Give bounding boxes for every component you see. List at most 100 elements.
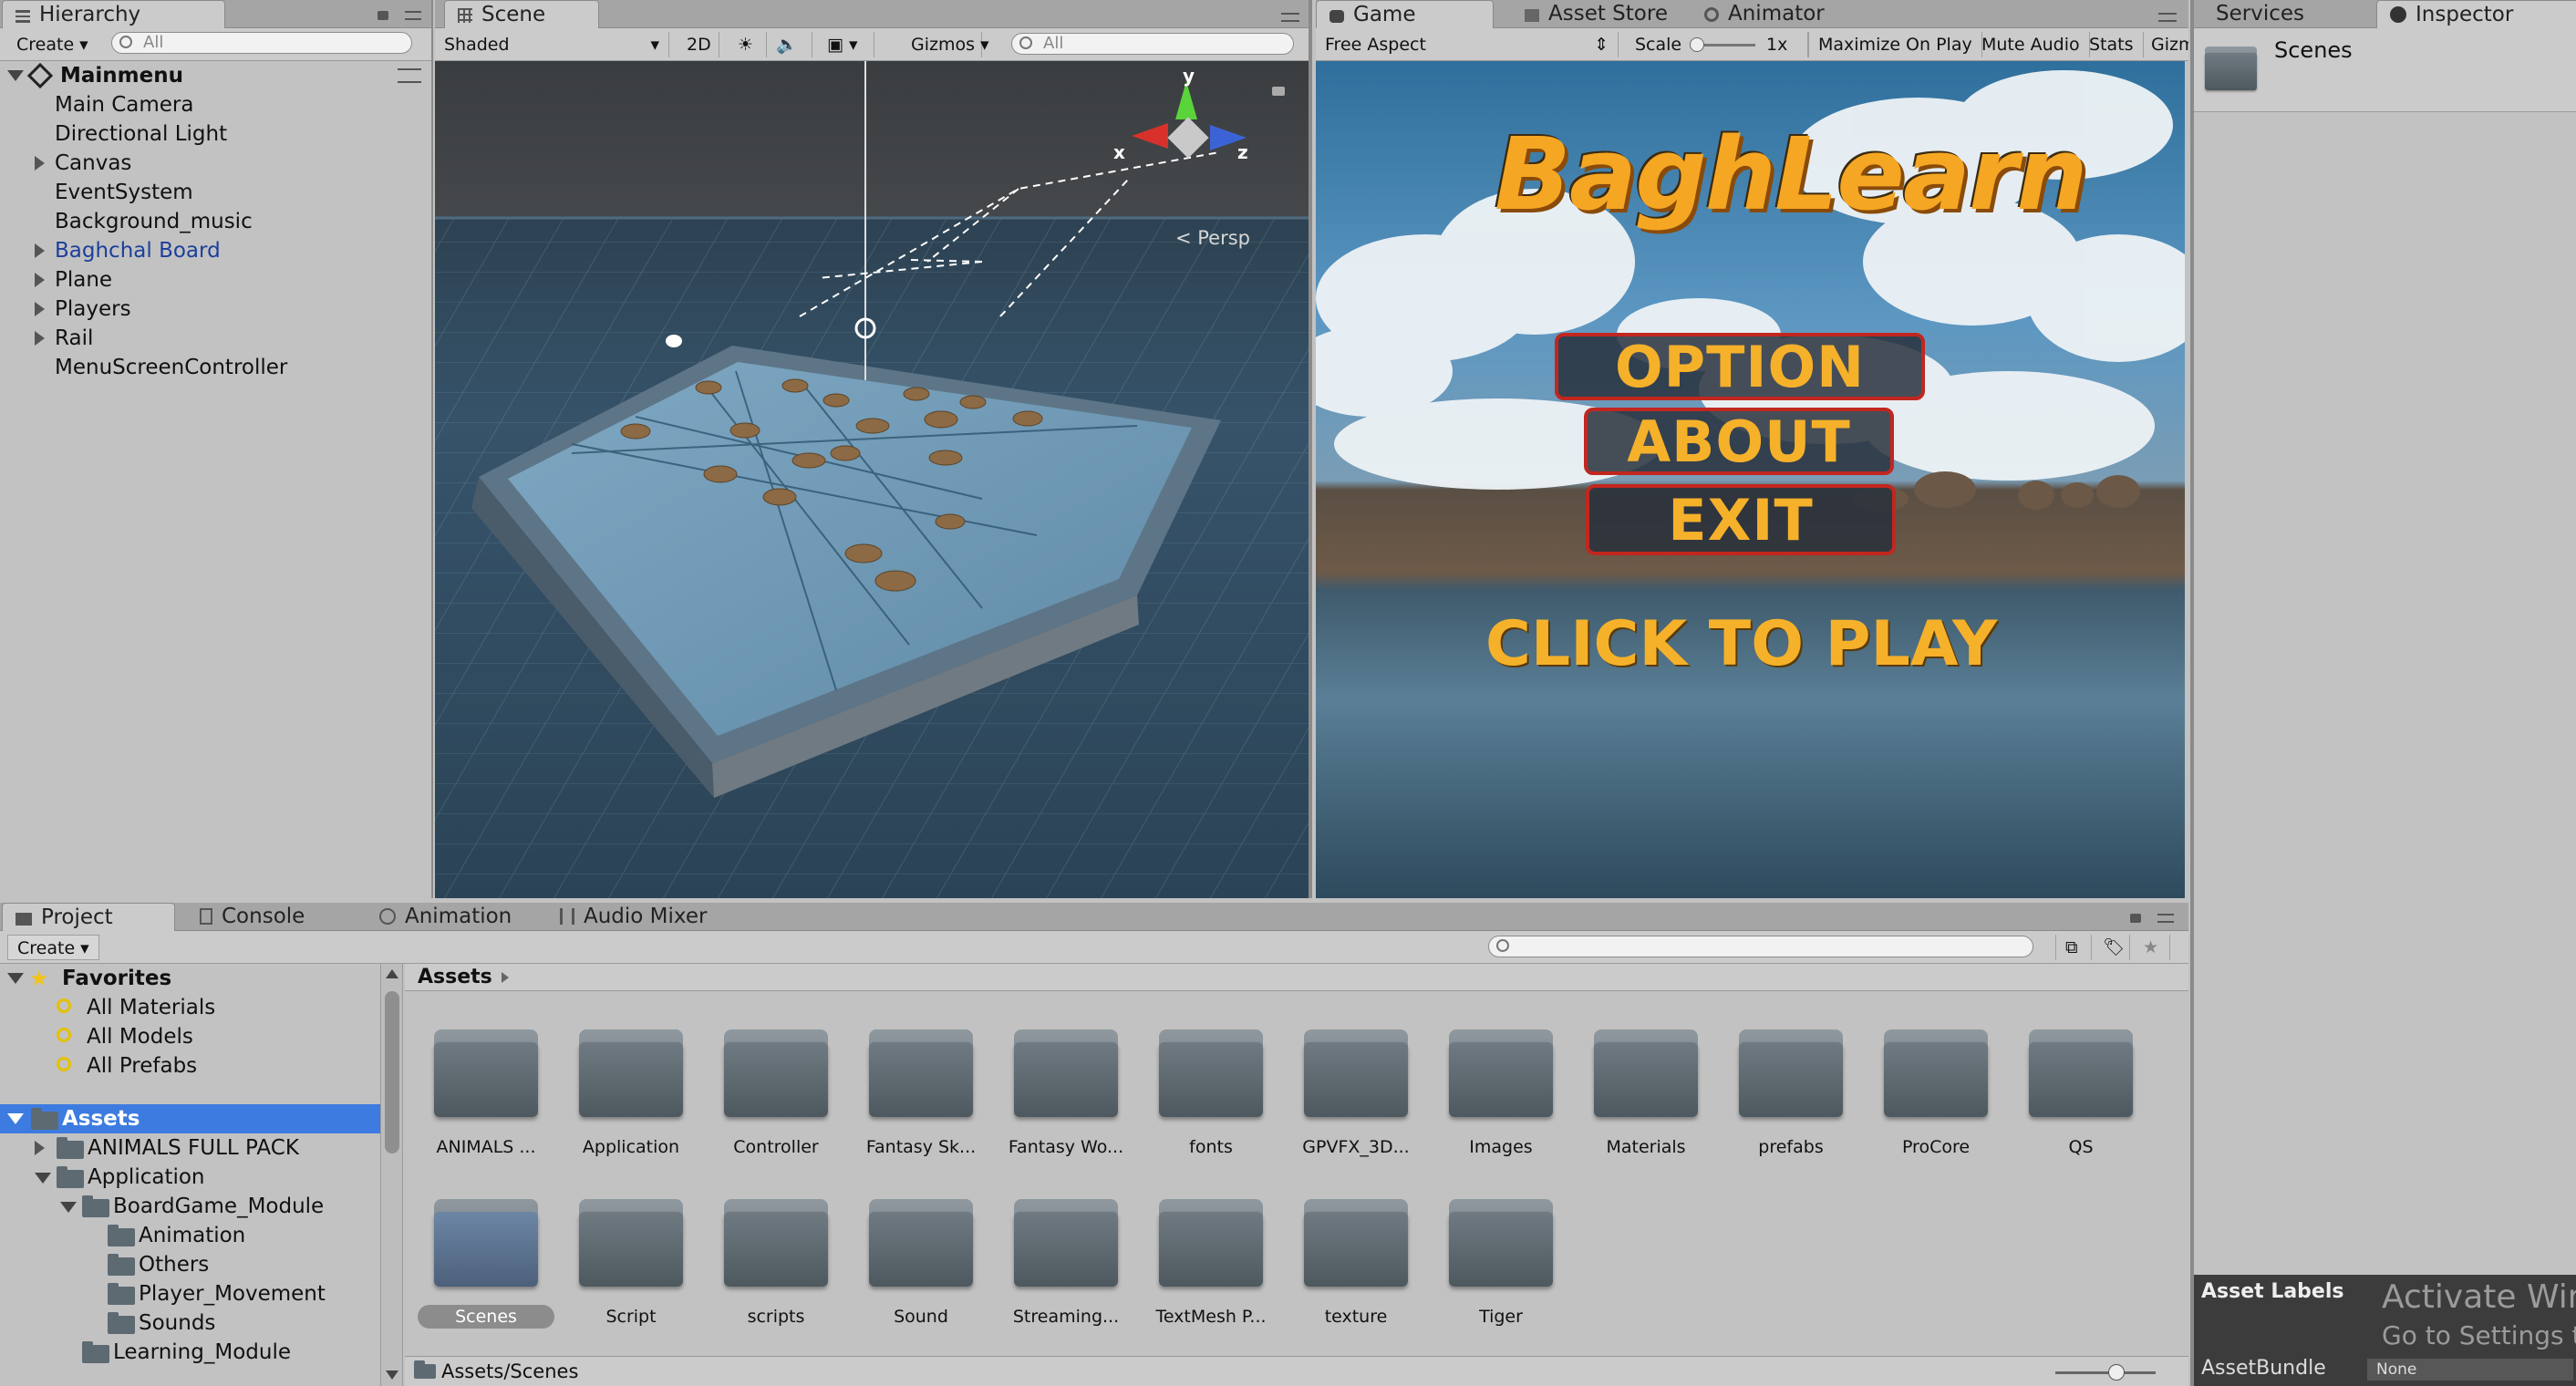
favorite-item[interactable]: All Models: [0, 1022, 380, 1051]
lock-icon[interactable]: [2130, 914, 2141, 923]
favorite-star-icon[interactable]: ★: [2134, 935, 2170, 960]
scene-search-input[interactable]: All: [1011, 33, 1294, 55]
mute-audio-toggle[interactable]: Mute Audio: [1972, 32, 2090, 57]
tab-audio-mixer[interactable]: Audio Mixer: [547, 903, 707, 931]
hierarchy-item[interactable]: Players: [0, 295, 431, 324]
asset-folder[interactable]: ProCore: [1862, 1029, 2010, 1166]
collapse-arrow-icon[interactable]: [60, 1202, 77, 1213]
hierarchy-item[interactable]: Background_music: [0, 207, 431, 236]
hierarchy-search-input[interactable]: All: [111, 32, 412, 54]
tab-animation[interactable]: Animation: [367, 903, 512, 931]
favorites-row[interactable]: ★ Favorites: [0, 964, 380, 993]
zoom-slider-thumb[interactable]: [2108, 1364, 2125, 1381]
asset-folder[interactable]: scripts: [702, 1199, 850, 1336]
tree-scrollbar-thumb[interactable]: [385, 991, 399, 1153]
tab-asset-store[interactable]: Asset Store: [1512, 0, 1668, 28]
orientation-gizmo[interactable]: y x z: [1113, 65, 1254, 200]
asset-folder[interactable]: fonts: [1137, 1029, 1285, 1166]
asset-folder[interactable]: GPVFX_3D...: [1282, 1029, 1430, 1166]
collapse-arrow-icon[interactable]: [7, 1113, 24, 1124]
hierarchy-item[interactable]: Main Camera: [0, 90, 431, 119]
scene-viewport[interactable]: y x z < Persp: [435, 61, 1309, 898]
about-button[interactable]: ABOUT: [1584, 408, 1894, 475]
tab-project[interactable]: Project: [2, 903, 175, 931]
tab-console[interactable]: Console: [187, 903, 305, 931]
asset-folder[interactable]: Scenes: [412, 1199, 560, 1336]
expand-arrow-icon[interactable]: [35, 243, 45, 258]
breadcrumb-assets[interactable]: Assets: [418, 966, 492, 988]
asset-tree-item[interactable]: Learning_Module: [0, 1338, 380, 1367]
gizmos-dropdown[interactable]: Gizmos ▾: [902, 32, 989, 57]
collapse-arrow-icon[interactable]: [7, 973, 24, 984]
create-dropdown[interactable]: Create ▾: [7, 935, 99, 960]
maximize-on-play-toggle[interactable]: Maximize On Play: [1808, 32, 1982, 57]
asset-folder[interactable]: Fantasy Wo...: [992, 1029, 1140, 1166]
panel-menu-icon[interactable]: [2158, 13, 2177, 22]
click-to-play-text[interactable]: CLICK TO PLAY: [1485, 608, 1997, 680]
lock-icon[interactable]: [1272, 87, 1285, 96]
asset-folder[interactable]: Controller: [702, 1029, 850, 1166]
tab-game[interactable]: Game: [1316, 0, 1494, 28]
hierarchy-item[interactable]: Directional Light: [0, 119, 431, 149]
favorite-item[interactable]: All Materials: [0, 993, 380, 1022]
expand-arrow-icon[interactable]: [35, 156, 45, 171]
asset-folder[interactable]: Script: [557, 1199, 705, 1336]
stats-toggle[interactable]: Stats: [2080, 32, 2144, 57]
asset-tree-item[interactable]: Application: [0, 1163, 380, 1192]
hierarchy-item[interactable]: Baghchal Board: [0, 236, 431, 265]
gizmos-toggle[interactable]: Gizm: [2142, 32, 2188, 57]
filter-by-type-icon[interactable]: ⧉: [2055, 935, 2092, 960]
option-button[interactable]: OPTION: [1555, 333, 1925, 400]
shading-mode-dropdown[interactable]: Shaded ▾: [435, 32, 669, 57]
asset-folder[interactable]: prefabs: [1717, 1029, 1865, 1166]
tab-services[interactable]: Services: [2203, 0, 2304, 28]
lighting-toggle-icon[interactable]: ☀: [729, 32, 767, 57]
filter-by-label-icon[interactable]: 🏷: [2094, 935, 2130, 960]
tab-hierarchy[interactable]: Hierarchy: [2, 0, 225, 28]
collapse-arrow-icon[interactable]: [35, 1173, 51, 1184]
asset-folder[interactable]: QS: [2007, 1029, 2155, 1166]
panel-menu-icon[interactable]: [2157, 914, 2174, 923]
asset-tree-item[interactable]: Animation: [0, 1221, 380, 1250]
asset-tree-item[interactable]: Others: [0, 1250, 380, 1279]
asset-folder[interactable]: Fantasy Sk...: [847, 1029, 995, 1166]
tab-animator[interactable]: Animator: [1691, 0, 1825, 28]
asset-folder[interactable]: Images: [1427, 1029, 1575, 1166]
asset-tree-item[interactable]: ANIMALS FULL PACK: [0, 1133, 380, 1163]
perspective-label[interactable]: < Persp: [1175, 227, 1250, 249]
asset-tree-item[interactable]: Player_Movement: [0, 1279, 380, 1308]
expand-arrow-icon[interactable]: [35, 302, 45, 316]
gizmo-center-cube[interactable]: [1167, 117, 1209, 159]
create-dropdown[interactable]: Create ▾: [7, 32, 98, 57]
asset-folder[interactable]: Application: [557, 1029, 705, 1166]
asset-folder[interactable]: Materials: [1572, 1029, 1720, 1166]
lock-icon[interactable]: [378, 11, 388, 20]
hierarchy-item[interactable]: Canvas: [0, 149, 431, 178]
audio-toggle-icon[interactable]: 🔈: [767, 32, 812, 57]
scale-thumb[interactable]: [1690, 37, 1704, 52]
exit-button[interactable]: EXIT: [1586, 484, 1896, 555]
asset-folder[interactable]: texture: [1282, 1199, 1430, 1336]
scroll-up-arrow-icon[interactable]: [386, 969, 398, 978]
project-search-input[interactable]: [1488, 936, 2033, 957]
asset-folder[interactable]: ANIMALS ...: [412, 1029, 560, 1166]
game-viewport[interactable]: BaghLearn OPTION ABOUT EXIT CLICK TO PLA…: [1316, 61, 2185, 898]
scene-root-row[interactable]: Mainmenu: [0, 61, 431, 90]
x-axis-cone[interactable]: [1132, 123, 1168, 149]
tab-scene[interactable]: Scene: [444, 0, 599, 28]
scene-menu-icon[interactable]: [398, 68, 421, 83]
asset-folder[interactable]: TextMesh P...: [1137, 1199, 1285, 1336]
hierarchy-item[interactable]: Plane: [0, 265, 431, 295]
aspect-dropdown[interactable]: Free Aspect ⇕: [1316, 32, 1619, 57]
asset-folder[interactable]: Streaming...: [992, 1199, 1140, 1336]
tab-inspector[interactable]: Inspector: [2376, 0, 2576, 28]
panel-menu-icon[interactable]: [1281, 13, 1299, 22]
panel-menu-icon[interactable]: [405, 11, 421, 20]
expand-arrow-icon[interactable]: [35, 273, 45, 287]
scroll-down-arrow-icon[interactable]: [386, 1370, 398, 1380]
hierarchy-item[interactable]: Rail: [0, 324, 431, 353]
assetbundle-dropdown[interactable]: None: [2367, 1359, 2573, 1381]
expand-arrow-icon[interactable]: [35, 1141, 45, 1155]
y-axis-cone[interactable]: [1175, 81, 1197, 119]
2d-toggle[interactable]: 2D: [678, 32, 719, 57]
